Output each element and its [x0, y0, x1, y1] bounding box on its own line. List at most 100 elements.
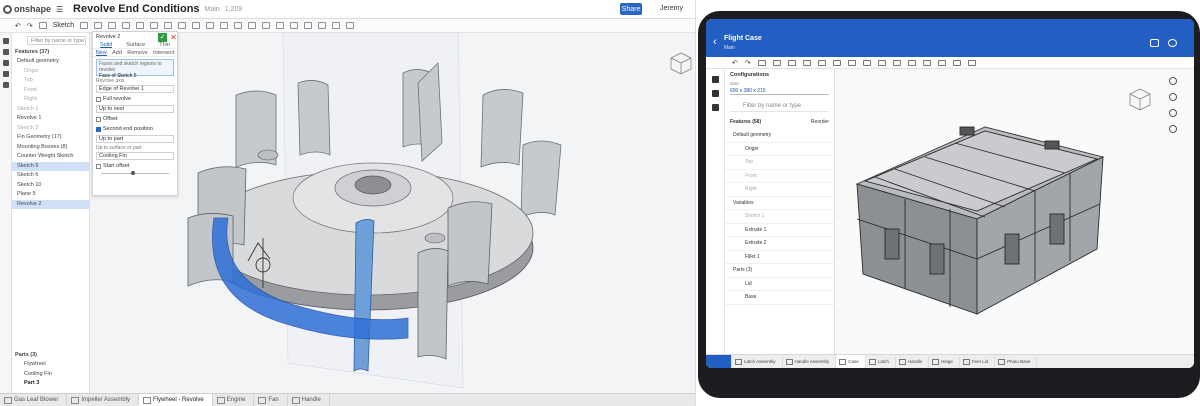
sketch-icon[interactable]: [757, 59, 766, 66]
hole-icon[interactable]: [206, 22, 215, 29]
sweep-icon[interactable]: [802, 59, 811, 66]
revolve-icon[interactable]: [787, 59, 796, 66]
mass-properties-icon[interactable]: [3, 71, 9, 77]
feature-row[interactable]: Plane 5: [12, 190, 89, 200]
axis-field[interactable]: Edge of Revolve 1: [96, 85, 174, 93]
undo-icon[interactable]: ↶: [732, 59, 738, 67]
confirm-button[interactable]: ✓: [158, 33, 167, 42]
comments-icon[interactable]: [712, 104, 719, 111]
tab-impeller-assembly[interactable]: Impeller Assembly: [67, 394, 140, 406]
loft-icon[interactable]: [122, 22, 131, 29]
op-intersect[interactable]: Intersect: [153, 49, 174, 56]
tab-handle-assembly[interactable]: Handle Assembly: [783, 355, 837, 368]
feature-row[interactable]: Top: [725, 156, 834, 170]
size-select[interactable]: 600 x 380 x 215: [730, 87, 829, 95]
features-icon[interactable]: [712, 76, 719, 83]
extrude-icon[interactable]: [80, 22, 89, 29]
cancel-button[interactable]: ✕: [169, 33, 178, 42]
tablet-doc-title[interactable]: Flight Case: [724, 35, 762, 42]
tab-case[interactable]: Case: [836, 355, 866, 368]
split-icon[interactable]: [262, 22, 271, 29]
parts-header[interactable]: Parts (3): [725, 264, 834, 278]
feature-row[interactable]: Default geometry: [725, 129, 834, 143]
redo-icon[interactable]: ↷: [27, 22, 33, 30]
op-remove[interactable]: Remove: [127, 49, 147, 56]
sweep-icon[interactable]: [108, 22, 117, 29]
comments-icon[interactable]: [3, 49, 9, 55]
tab-hinge[interactable]: Hinge: [929, 355, 960, 368]
second-direction-option[interactable]: Second end position: [96, 125, 174, 133]
slider-handle[interactable]: [131, 171, 135, 175]
back-chevron-icon[interactable]: ‹: [713, 36, 717, 48]
transform-icon[interactable]: [276, 22, 285, 29]
feature-row[interactable]: Sketch 5: [12, 161, 89, 171]
tab-solid[interactable]: Solid: [100, 41, 113, 48]
info-icon[interactable]: [1169, 77, 1177, 85]
mirror-icon[interactable]: [234, 22, 243, 29]
onshape-logo[interactable]: onshape: [3, 4, 51, 14]
feature-row[interactable]: Mounting Bosses (8): [12, 143, 89, 153]
tablet-graphics-viewport[interactable]: [835, 69, 1194, 354]
feature-row[interactable]: Right: [12, 95, 89, 105]
chamfer-icon[interactable]: [847, 59, 856, 66]
undo-icon[interactable]: ↶: [15, 22, 21, 30]
boolean-icon[interactable]: [248, 22, 257, 29]
shell-icon[interactable]: [192, 22, 201, 29]
feature-row[interactable]: Revolve 1: [12, 114, 89, 124]
menu-icon[interactable]: ☰: [56, 5, 65, 14]
feature-row[interactable]: Fillet 1: [725, 251, 834, 264]
share-icon[interactable]: [1150, 39, 1159, 47]
feature-row[interactable]: Origin: [725, 143, 834, 156]
opacity-slider[interactable]: [101, 171, 169, 175]
sketch-icon[interactable]: [38, 22, 47, 29]
boolean-icon[interactable]: [922, 59, 931, 66]
revolve-icon[interactable]: [94, 22, 103, 29]
share-node-icon[interactable]: [1169, 93, 1177, 101]
tablet-search-input[interactable]: Filter by name or type: [730, 100, 829, 112]
tab-gas-leaf-blower[interactable]: Gas Leaf Blower: [0, 394, 68, 406]
chamfer-icon[interactable]: [164, 22, 173, 29]
tab-latch-assembly[interactable]: Latch Assembly: [732, 355, 783, 368]
tab-handle[interactable]: Handle: [896, 355, 930, 368]
feature-row[interactable]: Default geometry: [12, 57, 89, 67]
variable-icon[interactable]: [952, 59, 961, 66]
filter-icon[interactable]: [712, 90, 719, 97]
user-menu[interactable]: Jeremy: [660, 5, 683, 12]
pattern-icon[interactable]: [220, 22, 229, 29]
tab-handle[interactable]: Handle: [288, 394, 330, 406]
start-offset-checkbox[interactable]: [96, 163, 101, 169]
faces-selection-box[interactable]: Faces and sketch regions to revolve Face…: [96, 59, 174, 79]
fillet-icon[interactable]: [832, 59, 841, 66]
features-count[interactable]: Features (58): [730, 119, 761, 125]
branch-label[interactable]: Main: [205, 6, 220, 13]
tab-feet-lid[interactable]: Feet Lid: [960, 355, 996, 368]
features-header[interactable]: Features (37): [12, 47, 89, 57]
full-revolve-checkbox[interactable]: [96, 96, 101, 102]
draft-icon[interactable]: [178, 22, 187, 29]
section-view-icon[interactable]: [332, 22, 341, 29]
feature-row[interactable]: Sketch 1: [725, 210, 834, 224]
mirror-icon[interactable]: [907, 59, 916, 66]
settings-icon[interactable]: [3, 82, 9, 88]
view-cube[interactable]: [668, 50, 694, 76]
tab-surface[interactable]: Surface: [126, 41, 145, 48]
up-to-field[interactable]: Cooling Fin: [96, 152, 174, 160]
version-label[interactable]: 1,209: [225, 6, 243, 13]
shell-icon[interactable]: [862, 59, 871, 66]
pattern-icon[interactable]: [892, 59, 901, 66]
mate-connector-icon[interactable]: [304, 22, 313, 29]
second-end-type-select[interactable]: Up to part: [96, 135, 174, 143]
feature-search-input[interactable]: Filter by name or type: [27, 36, 86, 45]
hole-icon[interactable]: [877, 59, 886, 66]
feature-row[interactable]: Extrude 2: [725, 237, 834, 251]
feature-row[interactable]: Right: [725, 183, 834, 197]
start-offset-option[interactable]: Start offset: [96, 162, 174, 170]
tab-fan[interactable]: Fan: [254, 394, 288, 406]
loft-icon[interactable]: [817, 59, 826, 66]
feature-row[interactable]: Top: [12, 76, 89, 86]
measure-icon[interactable]: [967, 59, 976, 66]
full-revolve-option[interactable]: Full revolve: [96, 95, 174, 103]
tablet-branch[interactable]: Main: [724, 45, 735, 51]
appearance-icon[interactable]: [1169, 109, 1177, 117]
feature-row[interactable]: Front: [725, 170, 834, 183]
